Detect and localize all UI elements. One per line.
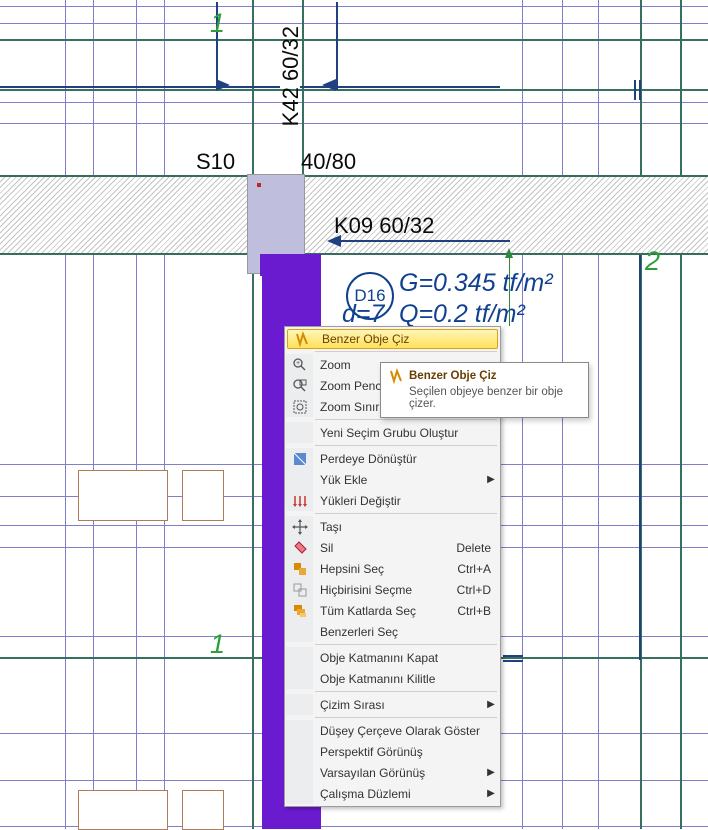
menu-hepsini-sec[interactable]: Hepsini Seç Ctrl+A xyxy=(286,558,499,579)
menu-sil[interactable]: Sil Delete xyxy=(286,537,499,558)
load-d: d=7 xyxy=(342,300,384,329)
menu-perdeye-donustur[interactable]: Perdeye Dönüştür xyxy=(286,448,499,469)
menu-yukleri-degistir[interactable]: Yükleri Değiştir xyxy=(286,490,499,511)
submenu-arrow-icon: ▶ xyxy=(487,767,499,778)
submenu-arrow-icon: ▶ xyxy=(487,699,499,710)
select-all-icon xyxy=(292,561,308,577)
menu-dusey-cerceve[interactable]: Düşey Çerçeve Olarak Göster xyxy=(286,720,499,741)
zoom-window-icon xyxy=(292,378,308,394)
column-origin-dot xyxy=(257,183,261,187)
submenu-arrow-icon: ▶ xyxy=(487,788,499,799)
load-q: Q=0.2 tf/m² xyxy=(399,300,525,329)
select-stories-icon xyxy=(292,603,308,619)
load-g: G=0.345 tf/m² xyxy=(399,269,553,298)
column-mark-label: S10 xyxy=(196,149,235,175)
menu-perspektif[interactable]: Perspektif Görünüş xyxy=(286,741,499,762)
zoom-icon: + xyxy=(292,357,308,373)
similar-object-icon xyxy=(388,368,404,384)
axis-number-1-bottom: 1 xyxy=(210,629,225,660)
move-icon xyxy=(292,519,308,535)
svg-text:+: + xyxy=(296,360,300,367)
menu-benzerleri-sec[interactable]: Benzerleri Seç xyxy=(286,621,499,642)
menu-benzer-obje-ciz[interactable]: Benzer Obje Çiz xyxy=(287,329,498,349)
menu-tum-katlarda-sec[interactable]: Tüm Katlarda Seç Ctrl+B xyxy=(286,600,499,621)
beam-k09-label: K09 60/32 xyxy=(334,213,434,239)
ghost-box xyxy=(78,470,168,521)
zoom-extents-icon xyxy=(292,399,308,415)
menu-yeni-secim-grubu[interactable]: Yeni Seçim Grubu Oluştur xyxy=(286,422,499,443)
ghost-box xyxy=(182,790,224,830)
submenu-arrow-icon: ▶ xyxy=(487,474,499,485)
similar-object-icon xyxy=(294,331,310,347)
tooltip: Benzer Obje Çiz Seçilen objeye benzer bi… xyxy=(380,362,589,418)
convert-wall-icon xyxy=(292,451,308,467)
axis-number-1-top: 1 xyxy=(210,8,225,39)
menu-tasi[interactable]: Taşı xyxy=(286,516,499,537)
menu-yuk-ekle[interactable]: Yük Ekle ▶ xyxy=(286,469,499,490)
menu-varsayilan-gorunus[interactable]: Varsayılan Görünüş ▶ xyxy=(286,762,499,783)
menu-obje-katmani-kilitle[interactable]: Obje Katmanını Kilitle xyxy=(286,668,499,689)
menu-obje-katmani-kapat[interactable]: Obje Katmanını Kapat xyxy=(286,647,499,668)
menu-cizim-sirasi[interactable]: Çizim Sırası ▶ xyxy=(286,694,499,715)
deselect-all-icon xyxy=(292,582,308,598)
menu-label: Benzer Obje Çiz xyxy=(315,332,497,346)
menu-hicbirisini-secme[interactable]: Hiçbirisini Seçme Ctrl+D xyxy=(286,579,499,600)
tooltip-description: Seçilen objeye benzer bir obje çizer. xyxy=(388,386,581,410)
ghost-box xyxy=(182,470,224,521)
column-dim-label: 40/80 xyxy=(301,149,356,175)
beam-k42-label: K42 60/32 xyxy=(278,26,304,126)
delete-icon xyxy=(292,540,308,556)
menu-calisma-duzlemi[interactable]: Çalışma Düzlemi ▶ xyxy=(286,783,499,804)
tooltip-title: Benzer Obje Çiz xyxy=(409,370,497,382)
load-icon xyxy=(292,493,308,509)
ghost-box xyxy=(78,790,168,830)
axis-number-2: 2 xyxy=(645,246,660,277)
